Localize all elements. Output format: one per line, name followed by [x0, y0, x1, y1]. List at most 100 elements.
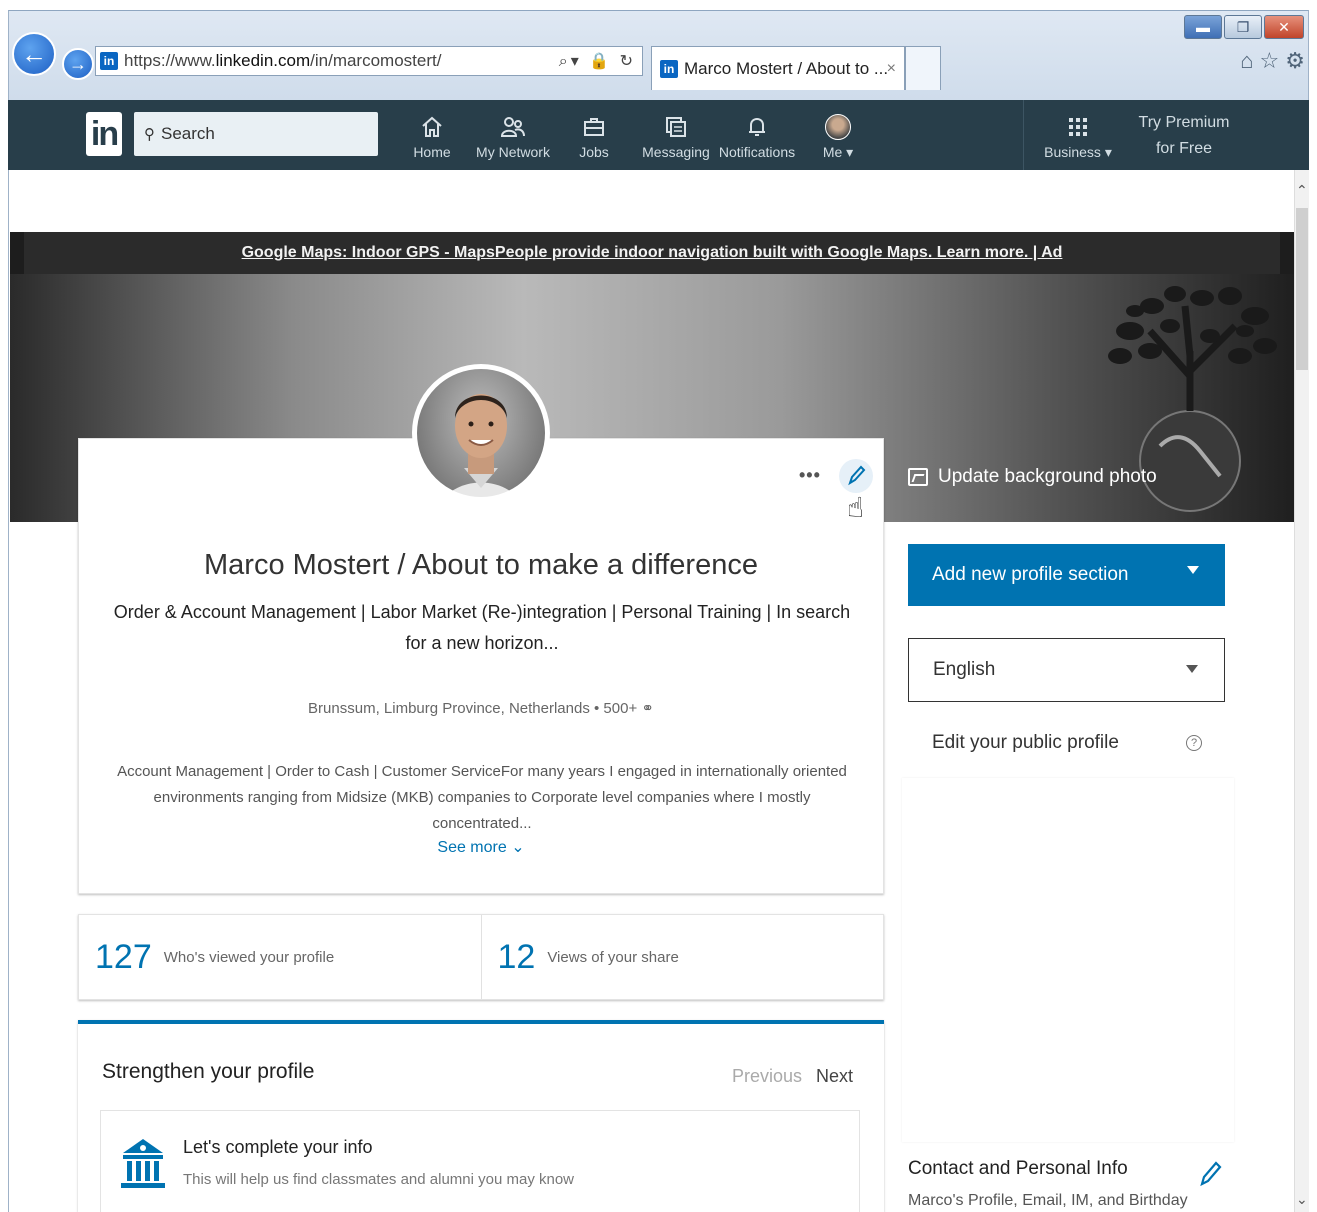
- nav-business[interactable]: Business ▾: [1038, 112, 1118, 161]
- hand-cursor-icon: ☝: [847, 492, 865, 523]
- browser-toolbar-icons: ⌂☆⚙: [1240, 48, 1311, 74]
- premium-line2: for Free: [1155, 140, 1212, 157]
- scroll-up-icon[interactable]: ⌃: [1296, 182, 1308, 199]
- vertical-scrollbar[interactable]: ⌃ ⌄: [1294, 170, 1309, 1212]
- url-path: /in/marcomostert/: [310, 51, 442, 70]
- language-select[interactable]: English: [908, 638, 1225, 702]
- image-icon: [908, 468, 928, 486]
- edit-public-profile-link[interactable]: Edit your public profile: [932, 732, 1119, 754]
- favorites-star-icon[interactable]: ☆: [1260, 48, 1286, 73]
- complete-info-card[interactable]: Let's complete your info This will help …: [100, 1110, 860, 1212]
- profile-views-label: Who's viewed your profile: [163, 948, 335, 966]
- nav-messaging-label: Messaging: [642, 144, 710, 160]
- nav-notifications[interactable]: Notifications: [717, 112, 797, 160]
- see-more-link[interactable]: See more ⌄: [79, 837, 883, 857]
- grid-icon: [1069, 118, 1087, 136]
- url-host: linkedin.com: [215, 51, 311, 70]
- new-tab-button[interactable]: [905, 46, 941, 90]
- share-views-count: 12: [497, 937, 536, 976]
- profile-name: Marco Mostert / About to make a differen…: [204, 549, 758, 581]
- bell-icon: [749, 117, 765, 136]
- favicon-icon: in: [100, 52, 118, 70]
- nav-jobs-label: Jobs: [579, 144, 609, 160]
- nav-home-label: Home: [413, 144, 451, 160]
- contact-info-subtitle: Marco's Profile, Email, IM, and Birthday: [908, 1192, 1188, 1209]
- messaging-icon: [666, 117, 686, 137]
- address-bar[interactable]: in https://www.linkedin.com/in/marcomost…: [95, 46, 643, 76]
- complete-info-subtitle: This will help us find classmates and al…: [183, 1171, 575, 1188]
- update-background-label: Update background photo: [938, 466, 1157, 487]
- restore-button[interactable]: ❐: [1224, 15, 1262, 39]
- minimize-button[interactable]: ▬: [1184, 15, 1222, 39]
- url-prefix: https://www.: [124, 51, 216, 70]
- strengthen-title: Strengthen your profile: [102, 1060, 315, 1083]
- profile-location: Brunssum, Limburg Province, Netherlands …: [308, 700, 654, 717]
- nav-notifications-label: Notifications: [718, 144, 796, 160]
- ad-link[interactable]: Google Maps: Indoor GPS - MapsPeople pro…: [10, 244, 1294, 262]
- profile-views-count: 127: [95, 937, 152, 976]
- linkedin-navbar: in ⚲ Search Home My Network Jobs Messagi…: [8, 100, 1309, 170]
- try-premium-link[interactable]: Try Premium for Free: [1132, 110, 1236, 162]
- add-new-profile-section-button[interactable]: Add new profile section: [908, 544, 1225, 606]
- briefcase-icon: [584, 118, 604, 136]
- url-text[interactable]: https://www.linkedin.com/in/marcomostert…: [124, 51, 441, 71]
- back-button[interactable]: ←: [12, 32, 56, 76]
- nav-me[interactable]: Me ▾: [798, 112, 878, 161]
- profile-photo[interactable]: [412, 348, 550, 526]
- profile-stats: 127 Who's viewed your profile 12 Views o…: [78, 914, 884, 1000]
- avatar: [825, 114, 851, 140]
- refresh-icon[interactable]: ↻: [620, 53, 636, 70]
- caret-down-icon: [1186, 665, 1198, 673]
- forward-button[interactable]: →: [62, 48, 94, 80]
- search-input[interactable]: ⚲ Search: [134, 112, 378, 156]
- update-background-photo-button[interactable]: Update background photo: [908, 466, 1157, 488]
- address-bar-icons: ⌕▾ 🔒 ↻: [558, 53, 636, 70]
- caret-down-icon: [1187, 566, 1199, 574]
- share-views-label: Views of your share: [547, 948, 679, 966]
- tab-title: Marco Mostert / About to ...: [684, 58, 889, 78]
- edit-intro-button[interactable]: [839, 459, 873, 493]
- strengthen-profile-card: Strengthen your profile Previous Next Le…: [78, 1020, 884, 1212]
- search-icon[interactable]: ⌕: [559, 53, 571, 70]
- previous-button[interactable]: Previous: [732, 1066, 802, 1087]
- window-controls: ▬ ❐ ✕: [1184, 15, 1304, 39]
- next-button[interactable]: Next: [816, 1066, 853, 1087]
- ad-space: [902, 778, 1234, 1142]
- search-icon: ⚲: [144, 126, 155, 143]
- lock-icon[interactable]: 🔒: [589, 53, 612, 70]
- nav-jobs[interactable]: Jobs: [554, 112, 634, 160]
- contact-info-title: Contact and Personal Info: [908, 1158, 1128, 1179]
- scrollbar-thumb[interactable]: [1296, 208, 1308, 370]
- page-edge: [8, 170, 9, 1212]
- language-value: English: [933, 659, 996, 680]
- linkedin-logo[interactable]: in: [86, 112, 122, 156]
- browser-tab[interactable]: in Marco Mostert / About to ... ×: [651, 46, 905, 90]
- nav-my-network[interactable]: My Network: [473, 112, 553, 160]
- nav-me-label: Me ▾: [822, 144, 854, 160]
- add-section-label: Add new profile section: [932, 564, 1129, 585]
- profile-views-stat[interactable]: 127 Who's viewed your profile: [79, 915, 481, 999]
- profile-summary: Account Management | Order to Cash | Cus…: [117, 763, 847, 832]
- tab-close-icon[interactable]: ×: [887, 60, 896, 78]
- nav-home[interactable]: Home: [392, 112, 472, 160]
- profile-headline: Order & Account Management | Labor Marke…: [113, 602, 851, 653]
- more-options-icon[interactable]: •••: [799, 465, 821, 486]
- pencil-icon: [848, 465, 866, 486]
- edit-contact-pencil-icon[interactable]: [1198, 1160, 1222, 1188]
- help-icon[interactable]: ?: [1186, 735, 1202, 751]
- nav-my-network-label: My Network: [476, 144, 550, 160]
- nav-divider: [1023, 100, 1024, 170]
- nav-messaging[interactable]: Messaging: [636, 112, 716, 160]
- settings-gear-icon[interactable]: ⚙: [1285, 48, 1311, 73]
- close-button[interactable]: ✕: [1264, 15, 1304, 39]
- scroll-down-icon[interactable]: ⌄: [1296, 1191, 1308, 1208]
- share-views-stat[interactable]: 12 Views of your share: [480, 915, 884, 999]
- home-page-icon[interactable]: ⌂: [1240, 48, 1259, 73]
- premium-line1: Try Premium: [1138, 114, 1230, 131]
- search-placeholder: Search: [161, 124, 215, 143]
- institution-icon: [121, 1139, 165, 1188]
- network-icon: [500, 117, 525, 137]
- complete-info-title: Let's complete your info: [183, 1137, 373, 1157]
- home-icon: [422, 116, 442, 137]
- nav-business-label: Business ▾: [1044, 144, 1112, 160]
